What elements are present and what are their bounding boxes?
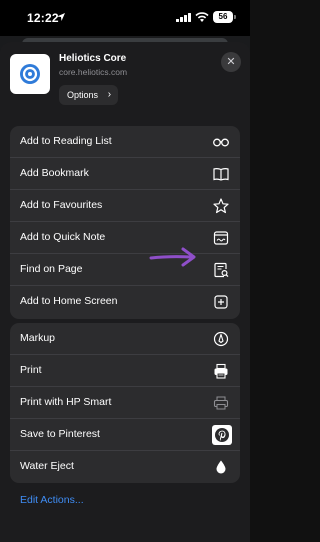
share-sheet: Heliotics Core core.heliotics.com Option…: [0, 42, 250, 542]
actions-group-primary: Add to Reading List Add Bookmark Add to …: [10, 126, 240, 319]
cellular-signal-icon: [176, 13, 191, 22]
printer-icon: [212, 362, 230, 380]
edit-actions-link[interactable]: Edit Actions...: [20, 494, 84, 506]
battery-icon: 56: [213, 11, 233, 23]
site-title: Heliotics Core: [59, 53, 127, 64]
glasses-icon: [212, 133, 230, 151]
options-label: Options: [67, 90, 99, 100]
pinterest-icon: [212, 425, 232, 445]
star-icon: [212, 197, 230, 215]
heliotics-logo-icon: [20, 64, 40, 84]
location-arrow-icon: [57, 13, 65, 21]
wifi-icon: [195, 12, 209, 22]
action-water-eject[interactable]: Water Eject: [10, 451, 240, 483]
action-print-with-hp-smart[interactable]: Print with HP Smart: [10, 387, 240, 419]
action-markup[interactable]: Markup: [10, 323, 240, 355]
options-button[interactable]: Options ›: [59, 85, 119, 105]
action-add-to-quick-note[interactable]: Add to Quick Note: [10, 222, 240, 254]
site-url: core.heliotics.com: [59, 67, 128, 77]
action-save-to-pinterest[interactable]: Save to Pinterest: [10, 419, 240, 451]
action-label: Add to Home Screen: [20, 295, 118, 307]
action-label: Add to Reading List: [20, 135, 112, 147]
book-icon: [212, 165, 230, 183]
action-label: Water Eject: [20, 460, 74, 472]
action-label: Print with HP Smart: [20, 396, 112, 408]
status-time: 12:22: [27, 11, 59, 25]
action-label: Save to Pinterest: [20, 428, 100, 440]
action-label: Print: [20, 364, 42, 376]
find-on-page-icon: [212, 261, 230, 279]
action-label: Markup: [20, 332, 56, 344]
action-add-bookmark[interactable]: Add Bookmark: [10, 158, 240, 190]
action-add-to-home-screen[interactable]: Add to Home Screen: [10, 286, 240, 318]
annotation-arrow-icon: [149, 247, 196, 267]
action-find-on-page[interactable]: Find on Page: [10, 254, 240, 286]
battery-tip: [234, 15, 236, 19]
actions-group-secondary: Markup Print Print with HP Smart Save to…: [10, 323, 240, 483]
site-favicon: [10, 54, 50, 94]
water-drop-icon: [212, 458, 230, 476]
site-header: Heliotics Core core.heliotics.com Option…: [0, 42, 250, 112]
chevron-right-icon: ›: [107, 89, 112, 100]
status-bar: 12:22 56: [0, 0, 250, 36]
action-label: Find on Page: [20, 263, 83, 275]
action-add-to-reading-list[interactable]: Add to Reading List: [10, 126, 240, 158]
hp-printer-icon: [212, 394, 230, 412]
action-label: Add to Favourites: [20, 199, 103, 211]
quick-note-icon: [212, 229, 230, 247]
close-button[interactable]: ✕: [221, 52, 241, 72]
action-label: Add to Quick Note: [20, 231, 106, 243]
action-label: Add Bookmark: [20, 167, 89, 179]
action-add-to-favourites[interactable]: Add to Favourites: [10, 190, 240, 222]
action-print[interactable]: Print: [10, 355, 240, 387]
markup-pen-icon: [212, 330, 230, 348]
plus-square-icon: [212, 293, 230, 311]
